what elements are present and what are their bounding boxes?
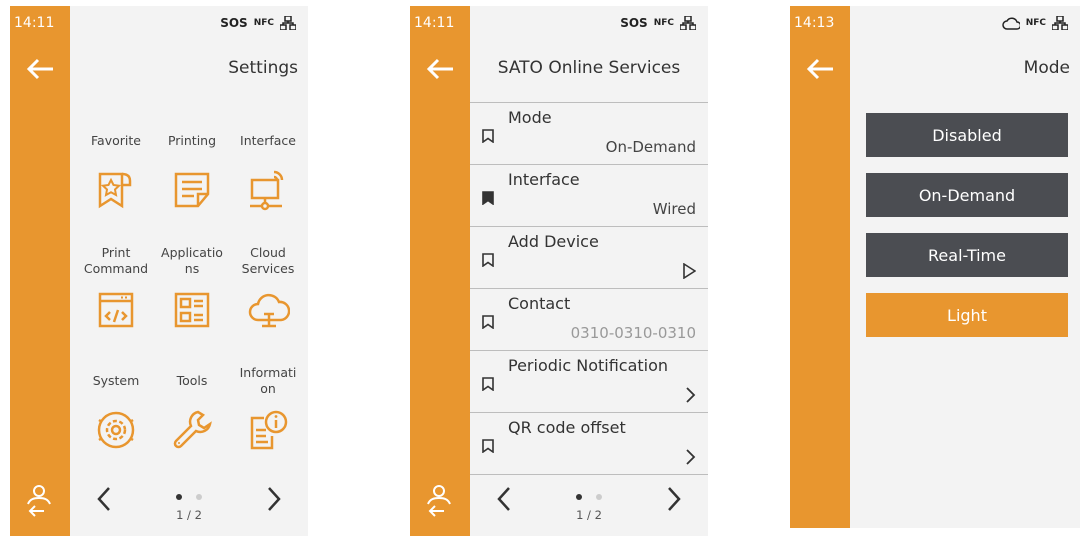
bookmark-outline-icon[interactable]	[482, 315, 494, 329]
back-arrow-icon[interactable]	[23, 52, 57, 86]
page-dots	[176, 494, 202, 500]
chevron-right-icon	[686, 449, 696, 465]
side-bar: 14:11	[410, 6, 470, 536]
favorite-icon	[98, 172, 132, 209]
tile-label: Print Command	[83, 245, 149, 276]
list-item-contact[interactable]: Contact 0310-0310-0310	[470, 288, 708, 350]
next-page-icon[interactable]	[262, 484, 286, 514]
clock: 14:13	[794, 15, 835, 31]
bookmark-filled-icon[interactable]	[482, 191, 494, 205]
system-tile[interactable]: System	[78, 364, 154, 452]
page-dot	[196, 494, 202, 500]
mode-options: Disabled On-Demand Real-Time Light	[866, 113, 1068, 353]
side-bar: 14:13	[790, 6, 850, 528]
nfc-icon: NFC	[1025, 18, 1046, 28]
back-arrow-icon[interactable]	[803, 52, 837, 86]
list-item-add-device[interactable]: Add Device	[470, 226, 708, 288]
settings-screen: 14:11 SOS NFC Settings Favorite Printing…	[10, 6, 308, 536]
printing-icon	[174, 172, 210, 208]
list-item-qr-code-offset[interactable]: QR code offset	[470, 412, 708, 475]
tile-label: Favorite	[91, 133, 141, 148]
applications-icon	[174, 292, 210, 328]
tile-label: System	[92, 373, 140, 388]
network-icon	[280, 16, 296, 30]
clock: 14:11	[14, 15, 55, 31]
logout-user-icon[interactable]	[424, 484, 454, 518]
interface-icon	[250, 170, 284, 211]
item-name: Interface	[508, 170, 580, 189]
online-services-screen: 14:11 SOS NFC SATO Online Services Mode …	[410, 6, 708, 536]
page-title: Settings	[228, 58, 298, 78]
page-dot	[596, 494, 602, 500]
mode-disabled-button[interactable]: Disabled	[866, 113, 1068, 157]
nfc-icon: NFC	[653, 18, 674, 28]
page-dot-active	[176, 494, 182, 500]
tile-label: Informati on	[239, 365, 297, 396]
mode-on-demand-button[interactable]: On-Demand	[866, 173, 1068, 217]
cloud-icon	[1001, 16, 1020, 30]
list-item-mode[interactable]: Mode On-Demand	[470, 102, 708, 164]
system-icon	[97, 411, 135, 449]
item-name: Periodic Notification	[508, 356, 669, 375]
information-tile[interactable]: Informati on	[230, 364, 306, 452]
tools-icon	[173, 410, 212, 449]
page-dots	[576, 494, 602, 500]
mode-light-button[interactable]: Light	[866, 293, 1068, 337]
mode-real-time-button[interactable]: Real-Time	[866, 233, 1068, 277]
print-command-icon	[98, 292, 134, 328]
item-name: Add Device	[508, 232, 599, 251]
play-triangle-icon	[683, 263, 696, 279]
applications-tile[interactable]: Applicatio ns	[154, 244, 230, 332]
bookmark-outline-icon[interactable]	[482, 377, 494, 391]
list-item-interface[interactable]: Interface Wired	[470, 164, 708, 226]
network-icon	[1052, 16, 1068, 30]
printing-tile[interactable]: Printing	[154, 124, 230, 212]
status-bar: SOS NFC	[220, 16, 296, 30]
next-page-icon[interactable]	[662, 484, 686, 514]
favorite-tile[interactable]: Favorite	[78, 124, 154, 212]
chevron-right-icon	[686, 387, 696, 403]
clock: 14:11	[414, 15, 455, 31]
information-icon	[250, 410, 288, 450]
print-command-tile[interactable]: Print Command	[78, 244, 154, 332]
list-item-periodic-notification[interactable]: Periodic Notification	[470, 350, 708, 412]
pager: 1 / 2	[70, 474, 308, 536]
item-value: On-Demand	[605, 138, 696, 156]
services-list: Mode On-Demand Interface Wired Add Devic…	[470, 102, 708, 475]
bookmark-outline-icon[interactable]	[482, 129, 494, 143]
nfc-icon: NFC	[253, 18, 274, 28]
mode-screen: 14:13 NFC Mode Disabled On-Demand Real-T…	[790, 6, 1080, 528]
logout-user-icon[interactable]	[24, 484, 54, 518]
item-name: Mode	[508, 108, 552, 127]
back-arrow-icon[interactable]	[423, 52, 457, 86]
item-value: 0310-0310-0310	[570, 324, 696, 342]
side-bar: 14:11	[10, 6, 70, 536]
cloud-services-icon	[248, 293, 290, 328]
item-value: Wired	[652, 200, 696, 218]
status-bar: SOS NFC	[620, 16, 696, 30]
tile-label: Applicatio ns	[161, 245, 223, 276]
item-name: Contact	[508, 294, 571, 313]
page-dot-active	[576, 494, 582, 500]
pager: 1 / 2	[470, 474, 708, 536]
bookmark-outline-icon[interactable]	[482, 253, 494, 267]
cloud-services-tile[interactable]: Cloud Services	[230, 244, 306, 332]
tile-label: Interface	[240, 133, 296, 148]
tools-tile[interactable]: Tools	[154, 364, 230, 452]
sos-indicator: SOS	[620, 16, 648, 30]
interface-tile[interactable]: Interface	[230, 124, 306, 212]
status-bar: NFC	[1001, 16, 1068, 30]
network-icon	[680, 16, 696, 30]
bookmark-outline-icon[interactable]	[482, 439, 494, 453]
tile-label: Printing	[167, 133, 217, 148]
page-title: SATO Online Services	[497, 58, 681, 78]
tile-label: Cloud Services	[241, 245, 295, 276]
sos-indicator: SOS	[220, 16, 248, 30]
page-title: Mode	[1023, 58, 1070, 78]
item-name: QR code offset	[508, 418, 626, 437]
tile-label: Tools	[176, 373, 208, 388]
